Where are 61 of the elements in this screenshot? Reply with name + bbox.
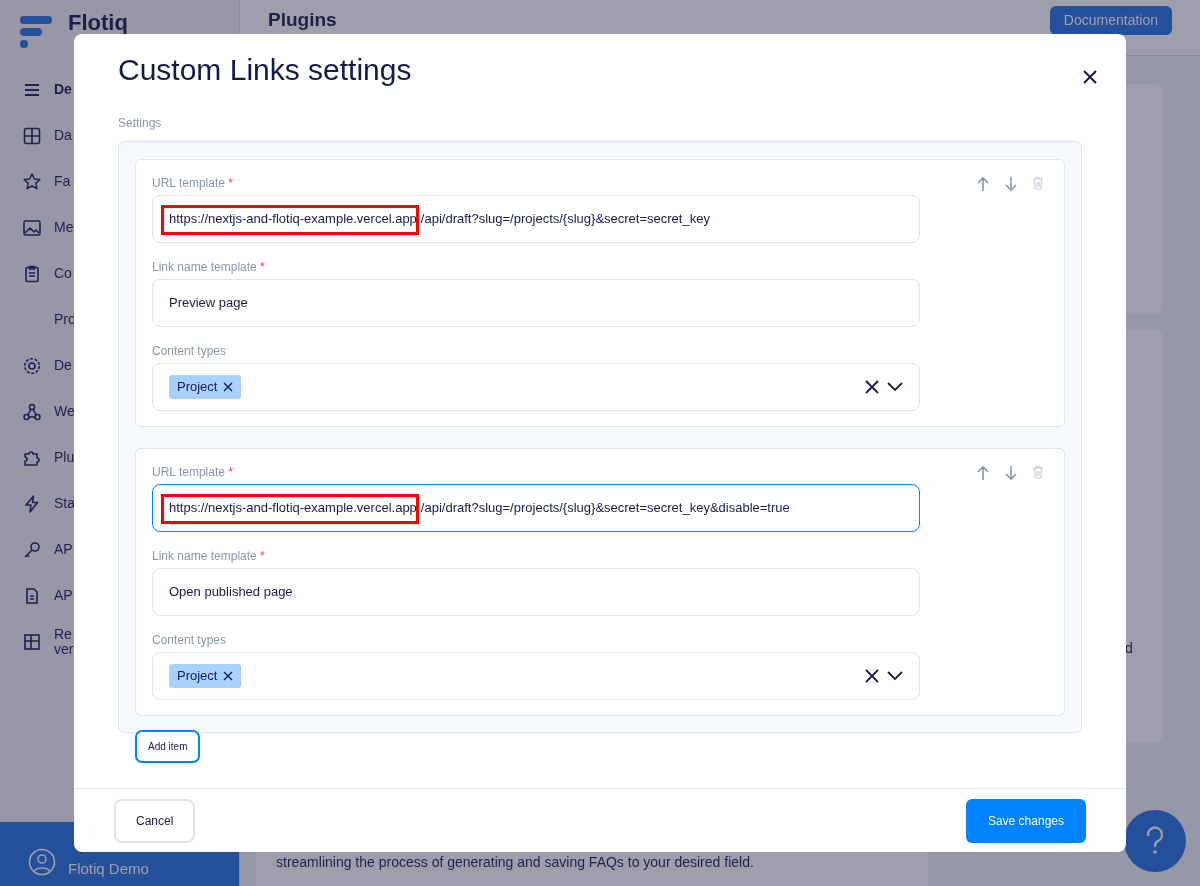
- move-down-button[interactable]: [1004, 465, 1020, 481]
- field-label: Link name template *: [152, 260, 266, 274]
- field-label: URL template *: [152, 465, 234, 479]
- layout-icon: [22, 632, 42, 652]
- grid-icon: [22, 126, 42, 146]
- nodes-icon: [22, 402, 42, 422]
- trash-icon: [1032, 465, 1044, 479]
- sidebar-item[interactable]: Re ver: [54, 626, 74, 658]
- remove-icon[interactable]: [223, 382, 234, 392]
- name-input[interactable]: Open published page: [152, 568, 920, 616]
- section-label: Settings: [118, 115, 163, 132]
- field-label: URL template *: [152, 176, 234, 190]
- star-icon: [22, 172, 42, 192]
- card-description: streamlining the process of generating and saving FAQs to your desired field.: [276, 854, 754, 870]
- logo-text: Flotiq: [68, 12, 128, 34]
- documentation-button[interactable]: Documentation: [1049, 6, 1172, 35]
- gear-icon: [22, 356, 42, 376]
- move-down-button[interactable]: [1004, 176, 1020, 192]
- save-button[interactable]: Save changes: [965, 798, 1086, 843]
- modal-title: Custom Links settings: [118, 52, 412, 88]
- sidebar-item[interactable]: Co: [54, 266, 72, 282]
- url-input[interactable]: https://nextjs-and-flotiq-example.vercel.app /api/draft?slug=/projects/{slug}&secret=secret_key&disable=true: [152, 484, 920, 532]
- sidebar-item[interactable]: AP: [54, 588, 73, 604]
- key-icon: [22, 540, 42, 560]
- arrow-up-icon: [976, 465, 990, 481]
- tag-chip[interactable]: Project: [169, 375, 242, 399]
- cancel-button[interactable]: Cancel: [114, 798, 196, 843]
- trash-icon: [1032, 176, 1044, 190]
- arrow-down-icon: [1004, 465, 1018, 481]
- sidebar-item[interactable]: Me: [54, 220, 74, 236]
- arrow-down-icon: [1004, 176, 1018, 192]
- chevron-down-icon[interactable]: [887, 382, 903, 392]
- chevron-down-icon[interactable]: [887, 671, 903, 681]
- sidebar-item[interactable]: AP: [54, 542, 73, 558]
- tag-chip[interactable]: Project: [169, 664, 242, 688]
- sidebar-item[interactable]: Fa: [54, 174, 71, 190]
- clear-icon[interactable]: [865, 380, 879, 394]
- image-icon: [22, 218, 42, 238]
- arrow-up-icon: [976, 176, 990, 192]
- sidebar-item[interactable]: Da: [54, 128, 72, 144]
- name-input[interactable]: Preview page: [152, 279, 920, 327]
- sidebar-item[interactable]: Sta: [54, 496, 75, 512]
- page-title: Plugins: [268, 8, 337, 32]
- field-label: Link name template *: [152, 549, 266, 563]
- sidebar-item[interactable]: De: [54, 358, 72, 374]
- clipboard-icon: [22, 264, 42, 284]
- sidebar-item[interactable]: We: [54, 404, 75, 420]
- user-avatar-icon: [28, 848, 56, 876]
- card-text: d: [1125, 640, 1133, 656]
- field-label: Content types: [152, 344, 228, 358]
- sidebar-item[interactable]: Plu: [54, 450, 75, 466]
- add-item-button[interactable]: Add item: [135, 730, 201, 763]
- user-name: Flotiq Demo: [68, 861, 149, 876]
- url-input[interactable]: https://nextjs-and-flotiq-example.vercel.app /api/draft?slug=/projects/{slug}&secret=secret_key: [152, 195, 920, 243]
- puzzle-icon: [22, 448, 42, 468]
- close-icon: [1082, 68, 1098, 85]
- remove-icon[interactable]: [223, 671, 234, 681]
- clear-icon[interactable]: [865, 669, 879, 683]
- sidebar-item[interactable]: De: [54, 82, 72, 98]
- question-icon: [1145, 826, 1165, 856]
- field-label: Content types: [152, 633, 228, 647]
